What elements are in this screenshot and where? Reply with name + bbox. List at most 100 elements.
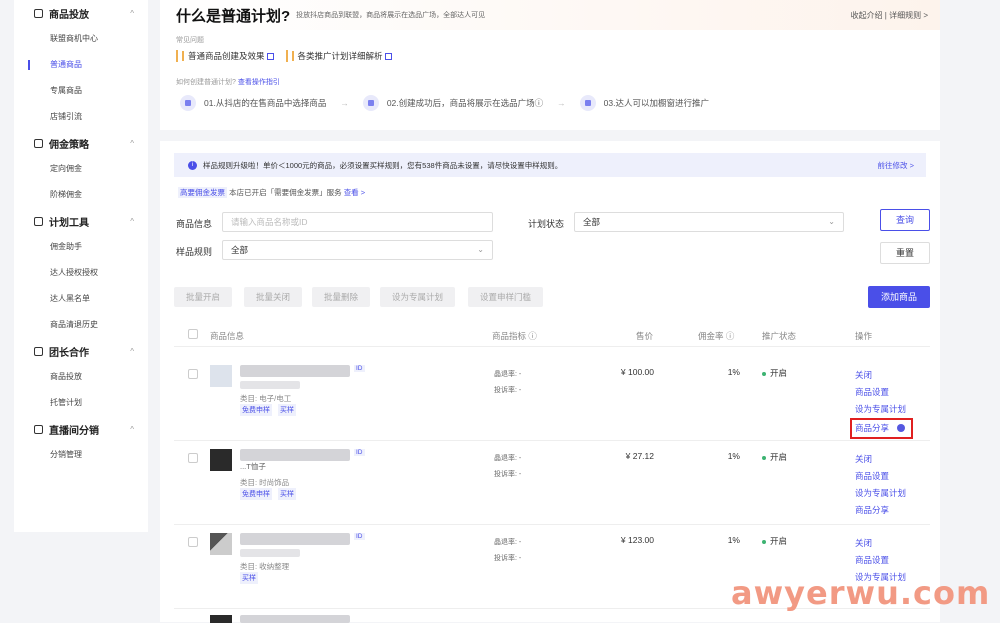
collapse-rules-link[interactable]: 收起介绍 | 详细规则 > xyxy=(851,10,928,21)
sidebar: 商品投放 ^ 联盟商机中心 普通商品 专属商品 店铺引流 佣金策略 ^ 定向佣金 阶… xyxy=(14,0,148,532)
sidebar-item-distribution[interactable]: 分销管理 xyxy=(14,442,148,468)
id-tag[interactable]: ID xyxy=(354,365,365,372)
product-name[interactable]: ...T恤子 xyxy=(240,461,300,471)
sample-rule-select[interactable]: 全部 ⌄ xyxy=(222,240,493,260)
product-settings-action[interactable]: 商品设置 xyxy=(855,468,906,485)
sidebar-item-blacklist[interactable]: 达人黑名单 xyxy=(14,286,148,312)
faq-list: 普通商品创建及效果 各类推广计划详细解析 xyxy=(176,50,392,62)
id-tag[interactable]: ID xyxy=(354,449,365,456)
close-action[interactable]: 关闭 xyxy=(855,367,913,384)
col-price: 售价 xyxy=(636,331,654,341)
product-settings-action[interactable]: 商品设置 xyxy=(855,552,906,569)
promotion-status: 开启 xyxy=(762,367,787,379)
row-checkbox[interactable] xyxy=(188,369,198,379)
page-title: 什么是普通计划? xyxy=(176,7,291,25)
sidebar-group-leader[interactable]: 团长合作 ^ xyxy=(14,338,148,364)
chevron-down-icon: ⌄ xyxy=(828,217,835,226)
product-thumbnail xyxy=(210,533,232,555)
notice-text: 样品规则升级啦！单价＜1000元的商品，必须设置买样规则，您有538件商品未设置… xyxy=(203,160,563,170)
invoice-view-link[interactable]: 查看 > xyxy=(344,188,365,197)
info-icon: i xyxy=(188,160,197,170)
row-actions: 关闭 商品设置 设为专属计划 商品分享 xyxy=(850,367,914,439)
query-button[interactable]: 查询 xyxy=(880,209,930,231)
chip: 买样 xyxy=(278,404,296,416)
chevron-up-icon: ^ xyxy=(130,216,134,226)
arrow-right-icon: → xyxy=(557,98,566,108)
chevron-up-icon: ^ xyxy=(130,138,134,148)
close-action[interactable]: 关闭 xyxy=(855,535,906,552)
product-share-action[interactable]: 商品分享 xyxy=(855,502,906,519)
add-product-button[interactable]: 添加商品 xyxy=(868,286,930,308)
product-search-input[interactable]: 请输入商品名称或ID xyxy=(222,212,493,232)
tools-icon xyxy=(34,216,43,226)
product-name[interactable] xyxy=(240,533,350,545)
plan-status-select[interactable]: 全部 ⌄ xyxy=(574,212,844,232)
product-share-action[interactable]: 商品分享 xyxy=(850,418,914,439)
commission-rate: 1% xyxy=(727,451,740,461)
info-icon: ⓘ xyxy=(534,98,544,108)
product-thumbnail xyxy=(210,449,232,471)
set-exclusive-action[interactable]: 设为专属计划 xyxy=(855,401,913,418)
bulk-delete-button[interactable]: 批量删除 xyxy=(312,287,371,307)
chip: 买样 xyxy=(240,572,258,584)
sample-rule-label: 样品规则 xyxy=(176,247,213,257)
price: ¥ 123.00 xyxy=(620,535,654,545)
bulk-enable-button[interactable]: 批量开启 xyxy=(174,287,233,307)
row-checkbox[interactable] xyxy=(188,453,198,463)
invoice-tag: 高要佣金发票 xyxy=(178,187,227,198)
sidebar-item-history[interactable]: 商品清退历史 xyxy=(14,312,148,338)
sidebar-item-directed[interactable]: 定向佣金 xyxy=(14,156,148,182)
faq-item[interactable]: 普通商品创建及效果 xyxy=(176,50,274,62)
sidebar-item-leader-product[interactable]: 商品投放 xyxy=(14,364,148,390)
sidebar-group-commission[interactable]: 佣金策略 ^ xyxy=(14,130,148,156)
return-rate: 晶退率: - xyxy=(494,539,522,546)
complaint-rate: 投诉率: - xyxy=(494,387,522,394)
share-dot-icon xyxy=(897,424,906,432)
bulk-disable-button[interactable]: 批量关闭 xyxy=(244,287,303,307)
sidebar-group-tools[interactable]: 计划工具 ^ xyxy=(14,208,148,234)
set-sample-threshold-button[interactable]: 设置申样门槛 xyxy=(468,287,544,307)
set-exclusive-button[interactable]: 设为专属计划 xyxy=(380,287,456,307)
product-sub-blur xyxy=(240,381,300,389)
set-exclusive-action[interactable]: 设为专属计划 xyxy=(855,485,906,502)
sidebar-item-managed[interactable]: 托管计划 xyxy=(14,390,148,416)
watermark: awyerwu.com xyxy=(731,574,991,612)
table-row: ID ...T恤子 类目: 时尚饰品 免费申样 买样 晶退率: - 投诉率: - … xyxy=(174,441,930,525)
sidebar-group-product[interactable]: 商品投放 ^ xyxy=(14,0,148,26)
select-all-checkbox[interactable] xyxy=(188,329,198,339)
product-name[interactable] xyxy=(240,365,350,377)
product-list-panel: i 样品规则升级啦！单价＜1000元的商品，必须设置买样规则，您有538件商品未… xyxy=(160,141,940,623)
guide-link[interactable]: 查看操作指引 xyxy=(238,79,280,86)
promotion-status: 开启 xyxy=(762,535,787,547)
sidebar-item-normal-product[interactable]: 普通商品 xyxy=(14,52,148,78)
col-actions: 操作 xyxy=(855,331,873,341)
step-2: 02.创建成功后，商品将展示在选品广场 ⓘ xyxy=(362,95,544,111)
reset-button[interactable]: 重置 xyxy=(880,242,930,264)
sidebar-item-store-traffic[interactable]: 店铺引流 xyxy=(14,104,148,130)
how-to-create: 如何创建普通计划? 查看操作指引 xyxy=(176,79,280,86)
product-category: 类目: 时尚饰品 xyxy=(240,478,290,487)
sidebar-item-exclusive-product[interactable]: 专属商品 xyxy=(14,78,148,104)
sidebar-group-live[interactable]: 直播间分销 ^ xyxy=(14,416,148,442)
step-1: 01.从抖店的在售商品中选择商品 xyxy=(180,95,326,111)
row-checkbox[interactable] xyxy=(188,537,198,547)
product-thumbnail xyxy=(210,365,232,387)
notice-bar: i 样品规则升级啦！单价＜1000元的商品，必须设置买样规则，您有538件商品未… xyxy=(174,153,926,177)
sidebar-item-assistant[interactable]: 佣金助手 xyxy=(14,234,148,260)
product-category: 类目: 电子/电工 xyxy=(240,394,292,403)
sidebar-item-auth[interactable]: 达人授权授权 xyxy=(14,260,148,286)
sidebar-item-tiered[interactable]: 阶梯佣金 xyxy=(14,182,148,208)
intro-panel: 什么是普通计划? 投放抖店商品到联盟，商品将展示在选品广场，全部达人可见 收起介… xyxy=(160,0,940,130)
id-tag[interactable]: ID xyxy=(354,533,365,540)
close-action[interactable]: 关闭 xyxy=(855,451,906,468)
faq-item[interactable]: 各类推广计划详细解析 xyxy=(285,50,392,62)
person-icon xyxy=(579,95,596,111)
commission-rate: 1% xyxy=(727,535,740,545)
sidebar-item-opportunity[interactable]: 联盟商机中心 xyxy=(14,26,148,52)
team-icon xyxy=(34,346,43,356)
product-info-label: 商品信息 xyxy=(176,219,213,229)
promotion-status: 开启 xyxy=(762,451,787,463)
commission-rate: 1% xyxy=(727,367,740,377)
notice-link[interactable]: 前往修改 > xyxy=(878,160,914,171)
product-settings-action[interactable]: 商品设置 xyxy=(855,384,913,401)
